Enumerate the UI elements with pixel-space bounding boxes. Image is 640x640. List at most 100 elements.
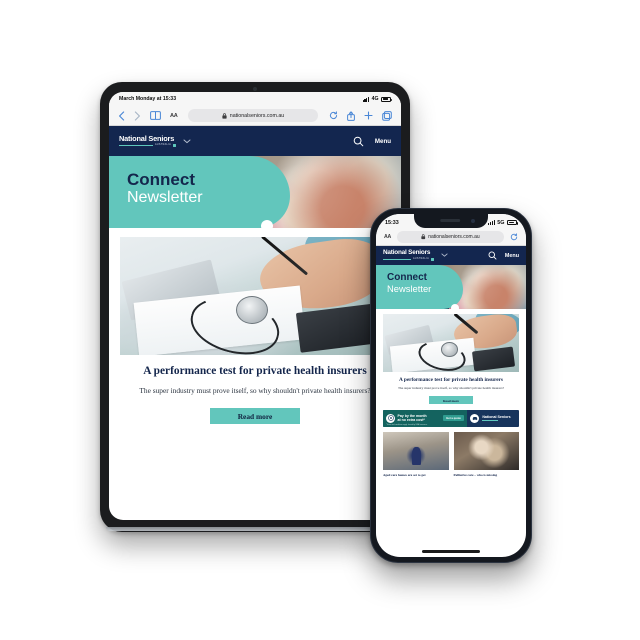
read-more-button[interactable]: Read more: [429, 395, 473, 404]
tablet-status-right: 4G: [362, 96, 392, 102]
article-subtitle: The super industry must prove itself, so…: [397, 386, 505, 391]
phone-device: 15:33 5G AA nationalseniors.com.au Natio…: [370, 208, 532, 563]
site-logo-name: National Seniors: [383, 249, 431, 257]
scene: March Monday at 15:33 4G AA nationalseni…: [0, 0, 640, 640]
ad-logo-name: National Seniors: [482, 414, 511, 419]
site-logo-dot: [173, 144, 176, 147]
get-a-quote-button[interactable]: Get a quote: [442, 415, 465, 422]
site-logo[interactable]: National Seniors AUSTRALIA: [119, 135, 176, 147]
card-image: [453, 431, 519, 470]
site-logo[interactable]: National Seniors AUSTRALIA: [383, 249, 434, 261]
card-list: Aged care homes are set to get Palliativ…: [383, 431, 519, 477]
phone-speaker-icon: [440, 218, 461, 222]
tablet-status-bar: March Monday at 15:33 4G: [109, 92, 401, 106]
hero-title-newsletter: Newsletter: [127, 188, 203, 206]
chevron-left-icon[interactable]: [118, 110, 125, 121]
site-logo-dot: [431, 258, 434, 261]
tablet-address-bar[interactable]: nationalseniors.com.au: [188, 109, 318, 122]
hero-title-connect: Connect: [387, 272, 427, 283]
tablet-browser-toolbar: AA nationalseniors.com.au: [109, 106, 401, 126]
hero-title-connect: Connect: [127, 170, 195, 189]
phone-article: A performance test for private health in…: [376, 309, 526, 404]
hero-text: Connect Newsletter: [109, 156, 401, 206]
chevron-down-icon[interactable]: [183, 139, 191, 144]
article-image: [120, 237, 390, 355]
phone-header-actions: Menu: [488, 251, 519, 260]
text-size-button[interactable]: AA: [170, 113, 178, 119]
ad-banner[interactable]: Pay by the month at no extra cost* Get a…: [383, 409, 519, 427]
tablet-article: A performance test for private health in…: [109, 228, 401, 424]
reload-icon[interactable]: [510, 233, 518, 241]
tablet-device: March Monday at 15:33 4G AA nationalseni…: [100, 82, 410, 532]
hero-accent-circle-white: [451, 304, 459, 309]
phone-hero-banner: Connect Newsletter: [376, 265, 526, 309]
card-title: Aged care homes are set to get: [383, 472, 426, 477]
read-more-button[interactable]: Read more: [210, 407, 300, 424]
site-logo-name: National Seniors: [119, 134, 175, 144]
phone-screen: 15:33 5G AA nationalseniors.com.au Natio…: [376, 214, 526, 557]
tablet-header-actions: Menu: [353, 136, 391, 147]
lock-icon: [421, 234, 426, 240]
search-icon[interactable]: [353, 136, 364, 147]
tablet-site-header: National Seniors AUSTRALIA Menu: [109, 126, 401, 156]
ad-fine-print: *Terms and conditions apply. Issued by N…: [386, 424, 428, 427]
signal-bars-icon: [362, 96, 370, 102]
list-item[interactable]: Aged care homes are set to get: [383, 431, 449, 477]
reload-icon[interactable]: [329, 111, 338, 120]
tablet-status-time: March Monday at 15:33: [119, 96, 177, 102]
site-logo-rule: AUSTRALIA: [383, 257, 434, 261]
phone-status-time: 15:33: [385, 219, 399, 226]
ad-banner-left: Pay by the month at no extra cost* Get a…: [383, 409, 468, 427]
phone-network-label: 5G: [497, 219, 505, 226]
ad-banner-right: National Seniors: [467, 413, 519, 423]
article-image-calculator: [296, 303, 382, 353]
phone-status-right: 5G: [488, 219, 518, 226]
lock-icon: [222, 112, 227, 119]
ad-headline-line2: at no extra cost*: [397, 418, 425, 423]
phone-camera-icon: [471, 219, 475, 223]
phone-url-text: nationalseniors.com.au: [428, 234, 480, 240]
plus-icon[interactable]: [364, 111, 373, 120]
site-logo-rule: AUSTRALIA: [119, 143, 176, 147]
phone-browser-toolbar: AA nationalseniors.com.au: [376, 229, 526, 246]
chevron-down-icon[interactable]: [441, 253, 448, 258]
hero-accent-circle-white: [260, 220, 273, 228]
article-title: A performance test for private health in…: [399, 377, 503, 383]
site-logo-subtitle: AUSTRALIA: [155, 143, 171, 147]
phone-site-header: National Seniors AUSTRALIA Menu: [376, 246, 526, 265]
tablet-url-text: nationalseniors.com.au: [229, 112, 285, 119]
site-logo-bar: [119, 144, 153, 147]
phone-notch: [414, 214, 488, 228]
signal-bars-icon: [488, 220, 495, 225]
site-logo-subtitle: AUSTRALIA: [413, 257, 429, 261]
share-icon[interactable]: [347, 110, 355, 121]
car-icon: [470, 413, 480, 423]
phone-address-bar[interactable]: nationalseniors.com.au: [396, 231, 504, 243]
article-image-calculator: [471, 346, 515, 371]
card-title: Palliative care – who is missing: [453, 472, 498, 477]
book-icon[interactable]: [150, 111, 161, 120]
site-logo-bar: [383, 258, 411, 261]
tablet-network-label: 4G: [371, 96, 379, 102]
car-insurance-icon: [386, 413, 395, 423]
ad-logo-bar: [482, 420, 499, 422]
text-size-button[interactable]: AA: [384, 234, 391, 240]
tablet-screen: March Monday at 15:33 4G AA nationalseni…: [109, 92, 401, 520]
article-image-stethoscope-head: [236, 296, 268, 325]
ad-logo: National Seniors: [482, 414, 511, 422]
menu-button[interactable]: Menu: [505, 253, 519, 259]
ad-banner-copy: Pay by the month at no extra cost*: [398, 414, 427, 423]
chevron-right-icon[interactable]: [134, 110, 141, 121]
tabs-icon[interactable]: [382, 110, 392, 121]
menu-button[interactable]: Menu: [375, 138, 391, 145]
article-image: [383, 314, 519, 372]
hero-text: Connect Newsletter: [376, 265, 526, 294]
list-item[interactable]: Palliative care – who is missing: [453, 431, 519, 477]
battery-icon: [381, 96, 392, 102]
card-image: [383, 431, 449, 470]
article-subtitle: The super industry must prove itself, so…: [139, 385, 371, 395]
search-icon[interactable]: [488, 251, 497, 260]
article-title: A performance test for private health in…: [143, 365, 367, 377]
home-indicator[interactable]: [422, 550, 480, 553]
tablet-hero-banner: Connect Newsletter: [109, 156, 401, 228]
